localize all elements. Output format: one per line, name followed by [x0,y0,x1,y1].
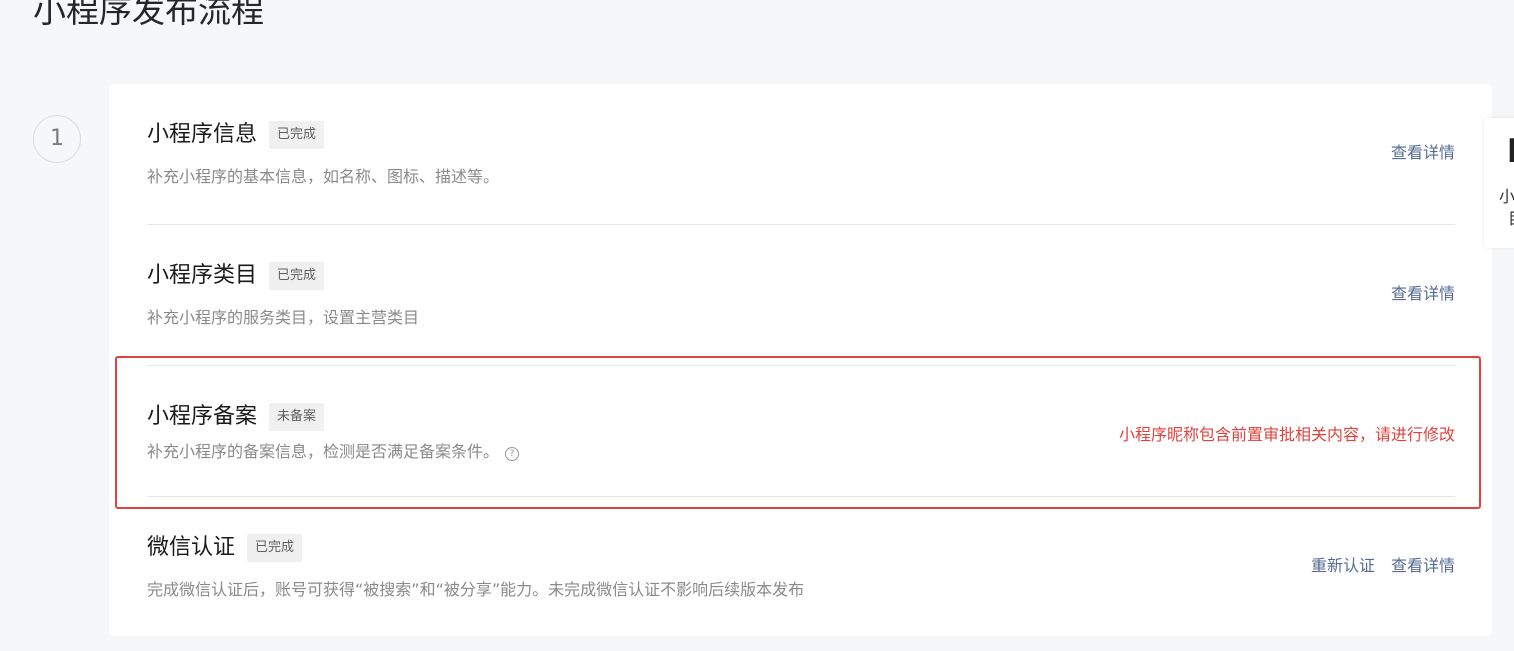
page-title: 小程序发布流程 [33,0,264,30]
view-details-link[interactable]: 查看详情 [1391,283,1455,305]
reauth-link[interactable]: 重新认证 [1311,555,1375,577]
step-number-badge: 1 [33,115,81,163]
question-circle-icon[interactable]: ? [505,447,520,461]
side-panel-text: 目 [1508,205,1514,229]
divider [147,365,1455,366]
row-description: 补充小程序的服务类目，设置主营类目 [147,308,420,327]
row-title: 微信认证 [147,535,236,560]
row-title: 小程序类目 [147,263,258,288]
phone-icon: ▌ [1510,138,1514,162]
row-title: 小程序备案 [147,404,258,429]
status-badge: 已完成 [269,262,325,290]
view-details-link[interactable]: 查看详情 [1391,555,1455,577]
step-row-category: 小程序类目 已完成 补充小程序的服务类目，设置主营类目 查看详情 [147,261,1455,361]
divider [147,224,1455,225]
side-panel-text: 小 [1499,187,1514,206]
row-description-text: 补充小程序的备案信息，检测是否满足备案条件。 [147,442,500,461]
row-description: 补充小程序的备案信息，检测是否满足备案条件。? [147,441,520,463]
step-row-info: 小程序信息 已完成 补充小程序的基本信息，如名称、图标、描述等。 查看详情 [147,120,1455,220]
row-title: 小程序信息 [147,122,258,147]
row-actions: 查看详情 [1391,283,1455,305]
status-badge: 未备案 [269,403,325,431]
filing-warning-text: 小程序昵称包含前置审批相关内容，请进行修改 [1118,425,1455,444]
row-description: 补充小程序的基本信息，如名称、图标、描述等。 [147,167,500,186]
row-actions: 重新认证 查看详情 [1311,555,1455,577]
divider [147,496,1455,497]
publish-steps-card: 小程序信息 已完成 补充小程序的基本信息，如名称、图标、描述等。 查看详情 小程… [109,84,1492,636]
step-row-filing: 小程序备案 未备案 补充小程序的备案信息，检测是否满足备案条件。? 小程序昵称包… [147,402,1455,502]
step-row-wechat-auth: 微信认证 已完成 完成微信认证后，账号可获得“被搜索”和“被分享”能力。未完成微… [147,533,1455,633]
view-details-link[interactable]: 查看详情 [1391,142,1455,164]
status-badge: 已完成 [269,121,325,149]
status-badge: 已完成 [247,534,303,562]
row-description: 完成微信认证后，账号可获得“被搜索”和“被分享”能力。未完成微信认证不影响后续版… [147,580,805,599]
side-panel[interactable]: ▌ 小 目 [1484,118,1514,248]
row-actions: 查看详情 [1391,142,1455,164]
